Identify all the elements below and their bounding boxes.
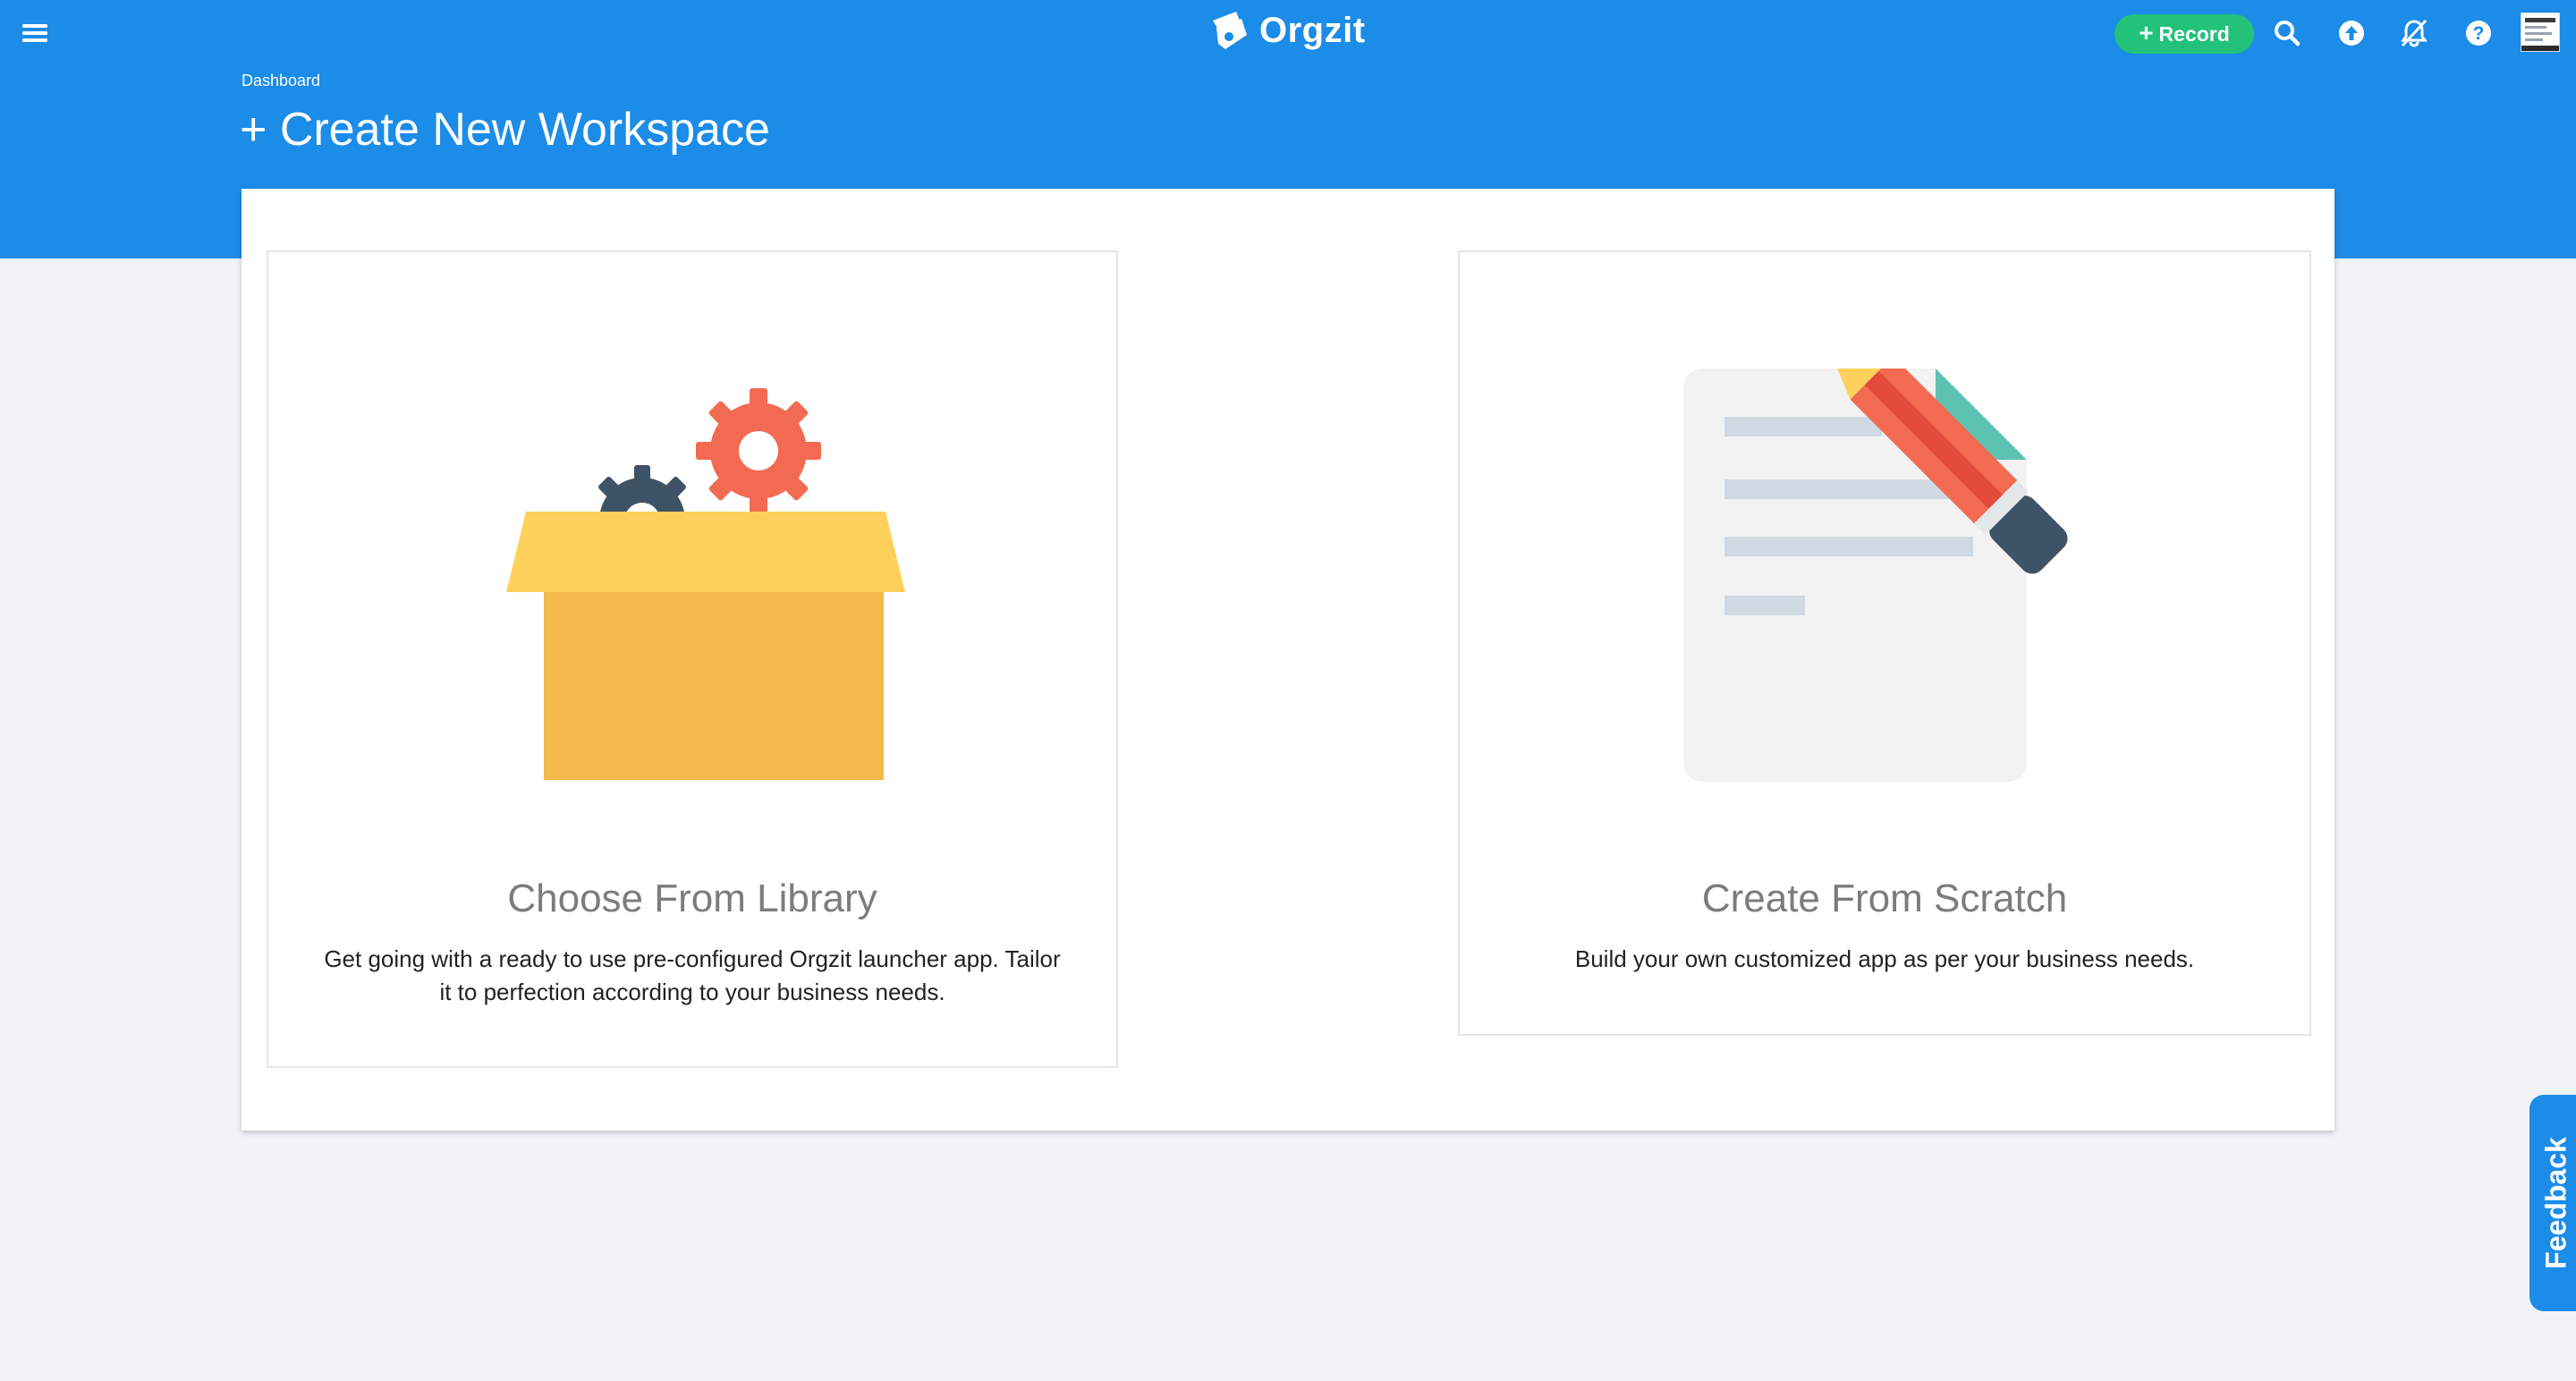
card-description: Build your own customized app as per you…	[1574, 945, 2195, 972]
svg-text:?: ?	[2473, 23, 2485, 44]
brand[interactable]: Orgzit	[1209, 4, 1366, 57]
choose-from-library-card[interactable]: Choose From Library Get going with a rea…	[267, 250, 1118, 1068]
card-title: Create From Scratch	[1701, 877, 2068, 920]
upload-icon[interactable]	[2336, 18, 2367, 48]
card-title: Choose From Library	[507, 877, 877, 920]
card-description: Get going with a ready to use pre-config…	[324, 945, 1061, 1005]
orgzit-logo-icon	[1209, 8, 1250, 53]
user-avatar[interactable]	[2521, 13, 2560, 52]
brand-name: Orgzit	[1259, 10, 1366, 50]
create-from-scratch-card[interactable]: Create From Scratch Build your own custo…	[1458, 250, 2311, 1036]
notifications-off-icon[interactable]	[2399, 18, 2429, 48]
page-title: + Create New Workspace	[240, 104, 770, 156]
document-pencil-icon	[1674, 369, 2104, 798]
workspace-options-panel: Choose From Library Get going with a rea…	[242, 189, 2334, 1131]
add-record-button[interactable]: + Record	[2114, 14, 2254, 54]
page: Orgzit + Record ? Dashboard + Create New…	[0, 0, 2576, 1381]
help-icon[interactable]: ?	[2463, 18, 2494, 48]
search-icon[interactable]	[2272, 18, 2302, 48]
menu-icon[interactable]	[20, 18, 50, 48]
breadcrumb-dashboard[interactable]: Dashboard	[242, 72, 320, 90]
box-with-gears-icon	[481, 369, 911, 798]
record-button-label: Record	[2158, 21, 2230, 46]
feedback-tab[interactable]: Feedback	[2529, 1095, 2576, 1311]
plus-icon: +	[2139, 19, 2154, 47]
feedback-label: Feedback	[2539, 1137, 2572, 1269]
